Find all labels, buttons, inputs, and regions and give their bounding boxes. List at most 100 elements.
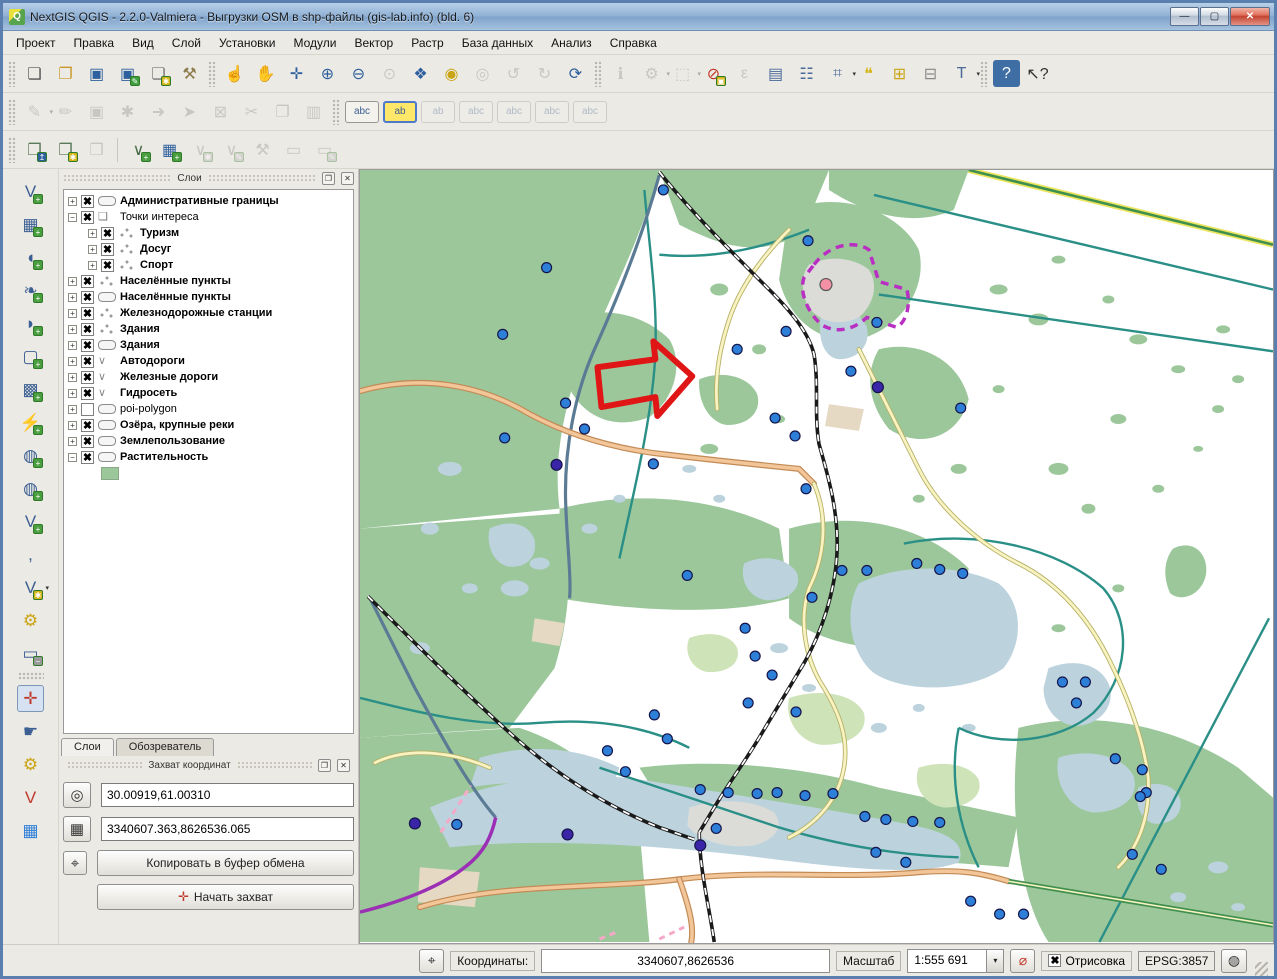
panel-handle[interactable] [67, 761, 142, 769]
layer-item[interactable]: +✖Населённые пункты [66, 289, 351, 305]
layer-item[interactable]: +✖Здания [66, 321, 351, 337]
layer-item[interactable]: −✖Растительность [66, 449, 351, 465]
tree-expander[interactable]: + [68, 325, 77, 334]
tree-expander[interactable]: + [68, 421, 77, 430]
add-mssql-layer-icon[interactable]: ◗+ [17, 310, 44, 337]
tree-expander[interactable]: − [68, 213, 77, 222]
layer-item[interactable]: −✖❏Точки интереса [66, 209, 351, 225]
close-button[interactable]: ✕ [1230, 7, 1270, 26]
menu-11[interactable]: Справка [601, 33, 666, 53]
render-checkbox-group[interactable]: ✖ Отрисовка [1041, 951, 1132, 971]
osm-download-icon[interactable]: ⚙ [17, 751, 44, 778]
load-osm-from-server-icon[interactable]: ❒↥ [21, 136, 48, 163]
tree-expander[interactable]: + [68, 373, 77, 382]
layer-item[interactable] [66, 465, 351, 481]
layer-visibility-checkbox[interactable]: ✖ [101, 259, 114, 272]
layer-item[interactable]: +✖∨Автодороги [66, 353, 351, 369]
close-panel-button[interactable]: ✕ [337, 759, 350, 772]
add-oracle-layer-icon[interactable]: ▢+ [17, 343, 44, 370]
layer-visibility-checkbox[interactable] [81, 403, 94, 416]
render-checkbox[interactable]: ✖ [1048, 954, 1061, 967]
capture-crs-button[interactable]: ◎ [63, 782, 91, 808]
add-wfs-layer-icon[interactable]: ◍+ [17, 475, 44, 502]
field-calculator-icon[interactable]: ☷ [793, 60, 820, 87]
add-delimited-text-layer-icon[interactable]: V+ [17, 508, 44, 535]
touch-zoom-pan-icon[interactable]: ☝ [221, 60, 248, 87]
layer-label[interactable]: Спорт [140, 259, 173, 271]
layer-visibility-checkbox[interactable]: ✖ [81, 371, 94, 384]
menu-6[interactable]: Модули [284, 33, 345, 53]
show-bookmarks-icon[interactable]: ⊟ [917, 60, 944, 87]
toolbar-handle[interactable] [18, 672, 44, 680]
new-project-icon[interactable]: ❏ [21, 60, 48, 87]
pan-map-icon[interactable]: ✋ [252, 60, 279, 87]
layer-item[interactable]: +✖Спорт [66, 257, 351, 273]
toolbar-handle[interactable] [8, 137, 16, 163]
dock-tab-1[interactable]: Слои [61, 738, 114, 756]
zoom-to-selection-icon[interactable]: ◉ [438, 60, 465, 87]
layer-labeling-options-chip[interactable]: abc [345, 101, 379, 123]
zoom-out-icon[interactable]: ⊖ [345, 60, 372, 87]
add-raster-layer-icon[interactable]: ▦+ [17, 211, 44, 238]
refresh-map-icon[interactable]: ⟳ [562, 60, 589, 87]
toolbar-handle[interactable] [8, 99, 16, 125]
layer-label[interactable]: Автодороги [120, 355, 185, 367]
add-spatialite-layer-icon[interactable]: ❧+ [17, 277, 44, 304]
layer-visibility-checkbox[interactable]: ✖ [81, 307, 94, 320]
tree-expander[interactable]: + [88, 229, 97, 238]
add-postgis-layer-icon[interactable]: ◖+ [17, 244, 44, 271]
layer-labeling-active-chip[interactable]: ab [383, 101, 417, 123]
layer-label[interactable]: Точки интереса [120, 211, 199, 223]
chevron-down-icon[interactable]: ▾ [976, 70, 980, 78]
tree-expander[interactable]: + [68, 389, 77, 398]
menu-7[interactable]: Вектор [345, 33, 402, 53]
layer-label[interactable]: Железнодорожные станции [120, 307, 272, 319]
layer-item[interactable]: +✖∨Железные дороги [66, 369, 351, 385]
layer-visibility-checkbox[interactable]: ✖ [81, 355, 94, 368]
resize-grip[interactable] [1255, 962, 1268, 976]
map-canvas[interactable] [359, 169, 1274, 944]
projected-coords-input[interactable] [101, 817, 354, 841]
track-mouse-button[interactable]: ⌖ [63, 851, 87, 875]
new-bookmark-icon[interactable]: ⊞ [886, 60, 913, 87]
layer-label[interactable]: Населённые пункты [120, 275, 231, 287]
delimited-text-comma-icon[interactable]: , [17, 541, 44, 568]
chevron-down-icon[interactable]: ▾ [45, 584, 49, 592]
panel-handle[interactable] [63, 174, 171, 182]
layer-item[interactable]: +poi-polygon [66, 401, 351, 417]
toolbar-handle[interactable] [8, 61, 16, 87]
tree-expander[interactable]: + [68, 309, 77, 318]
toolbar-handle[interactable] [594, 61, 602, 87]
tree-expander[interactable]: + [68, 293, 77, 302]
extents-toggle-button[interactable]: ⌖ [419, 949, 444, 973]
save-project-as-icon[interactable]: ▣✎ [114, 60, 141, 87]
tree-expander[interactable]: + [68, 437, 77, 446]
layer-visibility-checkbox[interactable]: ✖ [81, 339, 94, 352]
dock-tab-2[interactable]: Обозреватель [116, 738, 215, 756]
menu-5[interactable]: Установки [210, 33, 284, 53]
capture-grid-button[interactable]: ▦ [63, 816, 91, 842]
layer-item[interactable]: + ✖ Железнодорожные станции [66, 305, 351, 321]
layer-visibility-checkbox[interactable]: ✖ [81, 387, 94, 400]
text-annotation-icon[interactable]: T▾ [948, 60, 975, 87]
add-wms-layer-icon[interactable]: ⚡+ [17, 409, 44, 436]
tree-expander[interactable]: + [88, 245, 97, 254]
measure-icon[interactable]: ⌗▾ [824, 60, 851, 87]
layer-visibility-checkbox[interactable]: ✖ [81, 323, 94, 336]
layer-item[interactable]: +✖Туризм [66, 225, 351, 241]
layer-item[interactable]: +✖Досуг [66, 241, 351, 257]
layer-label[interactable]: Населённые пункты [120, 291, 231, 303]
copy-to-clipboard-button[interactable]: Копировать в буфер обмена [97, 850, 354, 876]
layer-item[interactable]: +✖Населённые пункты [66, 273, 351, 289]
layer-item[interactable]: +✖Землепользование [66, 433, 351, 449]
tree-expander[interactable]: − [68, 453, 77, 462]
layer-label[interactable]: Озёра, крупные реки [120, 419, 234, 431]
import-osm-icon[interactable]: ❒✱ [52, 136, 79, 163]
layer-label[interactable]: Здания [120, 339, 160, 351]
geo-coords-input[interactable] [101, 783, 354, 807]
new-print-composer-icon[interactable]: ❏✱ [145, 60, 172, 87]
layer-item[interactable]: +✖∨Гидросеть [66, 385, 351, 401]
tree-expander[interactable]: + [68, 341, 77, 350]
epsg-button[interactable]: EPSG:3857 [1138, 951, 1215, 971]
coordinate-capture-icon[interactable]: ✛ [17, 685, 44, 712]
